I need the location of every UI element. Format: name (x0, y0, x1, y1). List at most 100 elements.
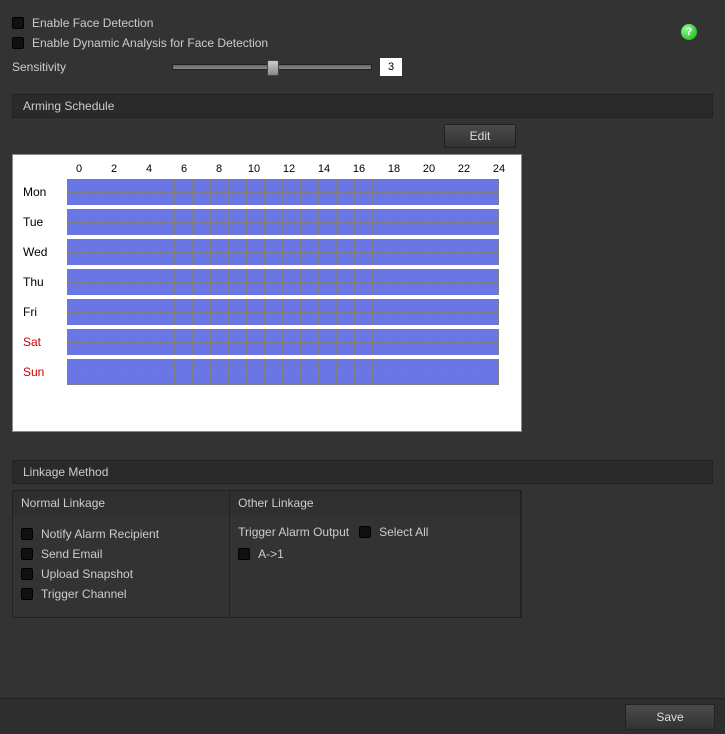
hour-cell[interactable] (283, 360, 301, 384)
hour-cell[interactable] (158, 360, 176, 384)
hour-cell[interactable] (175, 210, 193, 235)
hour-cell[interactable] (175, 360, 193, 384)
day-grid[interactable] (67, 239, 499, 265)
hour-cell[interactable] (462, 180, 480, 205)
hour-cell[interactable] (426, 210, 444, 235)
hour-cell[interactable] (283, 240, 301, 265)
hour-cell[interactable] (319, 210, 337, 235)
hour-cell[interactable] (301, 330, 319, 355)
hour-cell[interactable] (480, 300, 498, 325)
hour-cell[interactable] (175, 300, 193, 325)
hour-cell[interactable] (86, 240, 104, 265)
hour-cell[interactable] (104, 240, 122, 265)
day-grid[interactable] (67, 269, 499, 295)
hour-cell[interactable] (462, 270, 480, 295)
hour-cell[interactable] (301, 240, 319, 265)
linkage-checkbox[interactable] (21, 548, 33, 560)
hour-cell[interactable] (175, 270, 193, 295)
save-button[interactable]: Save (625, 704, 715, 730)
hour-cell[interactable] (86, 210, 104, 235)
hour-cell[interactable] (283, 330, 301, 355)
hour-cell[interactable] (122, 300, 140, 325)
hour-cell[interactable] (462, 330, 480, 355)
hour-cell[interactable] (319, 240, 337, 265)
hour-cell[interactable] (122, 270, 140, 295)
hour-cell[interactable] (444, 180, 462, 205)
hour-cell[interactable] (373, 210, 391, 235)
hour-cell[interactable] (229, 210, 247, 235)
hour-cell[interactable] (104, 210, 122, 235)
help-icon[interactable]: ? (681, 24, 697, 40)
hour-cell[interactable] (158, 180, 176, 205)
hour-cell[interactable] (158, 330, 176, 355)
linkage-checkbox[interactable] (21, 528, 33, 540)
hour-cell[interactable] (301, 210, 319, 235)
day-grid[interactable] (67, 179, 499, 205)
hour-cell[interactable] (211, 210, 229, 235)
hour-cell[interactable] (68, 240, 86, 265)
hour-cell[interactable] (122, 330, 140, 355)
hour-cell[interactable] (122, 240, 140, 265)
hour-cell[interactable] (444, 330, 462, 355)
hour-cell[interactable] (122, 180, 140, 205)
hour-cell[interactable] (319, 270, 337, 295)
hour-cell[interactable] (480, 180, 498, 205)
hour-cell[interactable] (390, 240, 408, 265)
hour-cell[interactable] (355, 180, 373, 205)
hour-cell[interactable] (122, 360, 140, 384)
hour-cell[interactable] (140, 270, 158, 295)
hour-cell[interactable] (211, 300, 229, 325)
hour-cell[interactable] (193, 330, 211, 355)
hour-cell[interactable] (390, 270, 408, 295)
hour-cell[interactable] (211, 180, 229, 205)
hour-cell[interactable] (229, 180, 247, 205)
hour-cell[interactable] (175, 240, 193, 265)
hour-cell[interactable] (193, 210, 211, 235)
hour-cell[interactable] (265, 270, 283, 295)
hour-cell[interactable] (229, 300, 247, 325)
hour-cell[interactable] (247, 210, 265, 235)
hour-cell[interactable] (68, 210, 86, 235)
hour-cell[interactable] (68, 180, 86, 205)
hour-cell[interactable] (247, 330, 265, 355)
hour-cell[interactable] (480, 270, 498, 295)
hour-cell[interactable] (86, 330, 104, 355)
hour-cell[interactable] (373, 300, 391, 325)
hour-cell[interactable] (462, 300, 480, 325)
hour-cell[interactable] (68, 300, 86, 325)
hour-cell[interactable] (140, 240, 158, 265)
hour-cell[interactable] (337, 270, 355, 295)
hour-cell[interactable] (355, 210, 373, 235)
hour-cell[interactable] (140, 360, 158, 384)
hour-cell[interactable] (229, 360, 247, 384)
hour-cell[interactable] (480, 210, 498, 235)
hour-cell[interactable] (408, 300, 426, 325)
hour-cell[interactable] (444, 240, 462, 265)
day-grid[interactable] (67, 329, 499, 355)
hour-cell[interactable] (337, 180, 355, 205)
hour-cell[interactable] (390, 360, 408, 384)
hour-cell[interactable] (462, 240, 480, 265)
hour-cell[interactable] (408, 330, 426, 355)
hour-cell[interactable] (319, 180, 337, 205)
hour-cell[interactable] (408, 210, 426, 235)
hour-cell[interactable] (104, 330, 122, 355)
hour-cell[interactable] (319, 300, 337, 325)
sensitivity-slider[interactable] (172, 64, 372, 70)
hour-cell[interactable] (265, 210, 283, 235)
hour-cell[interactable] (337, 330, 355, 355)
hour-cell[interactable] (373, 330, 391, 355)
edit-button[interactable]: Edit (444, 124, 516, 148)
hour-cell[interactable] (426, 180, 444, 205)
hour-cell[interactable] (265, 330, 283, 355)
hour-cell[interactable] (104, 180, 122, 205)
hour-cell[interactable] (158, 240, 176, 265)
hour-cell[interactable] (408, 240, 426, 265)
hour-cell[interactable] (229, 330, 247, 355)
hour-cell[interactable] (355, 270, 373, 295)
hour-cell[interactable] (301, 360, 319, 384)
hour-cell[interactable] (408, 180, 426, 205)
hour-cell[interactable] (390, 330, 408, 355)
hour-cell[interactable] (140, 180, 158, 205)
hour-cell[interactable] (283, 180, 301, 205)
